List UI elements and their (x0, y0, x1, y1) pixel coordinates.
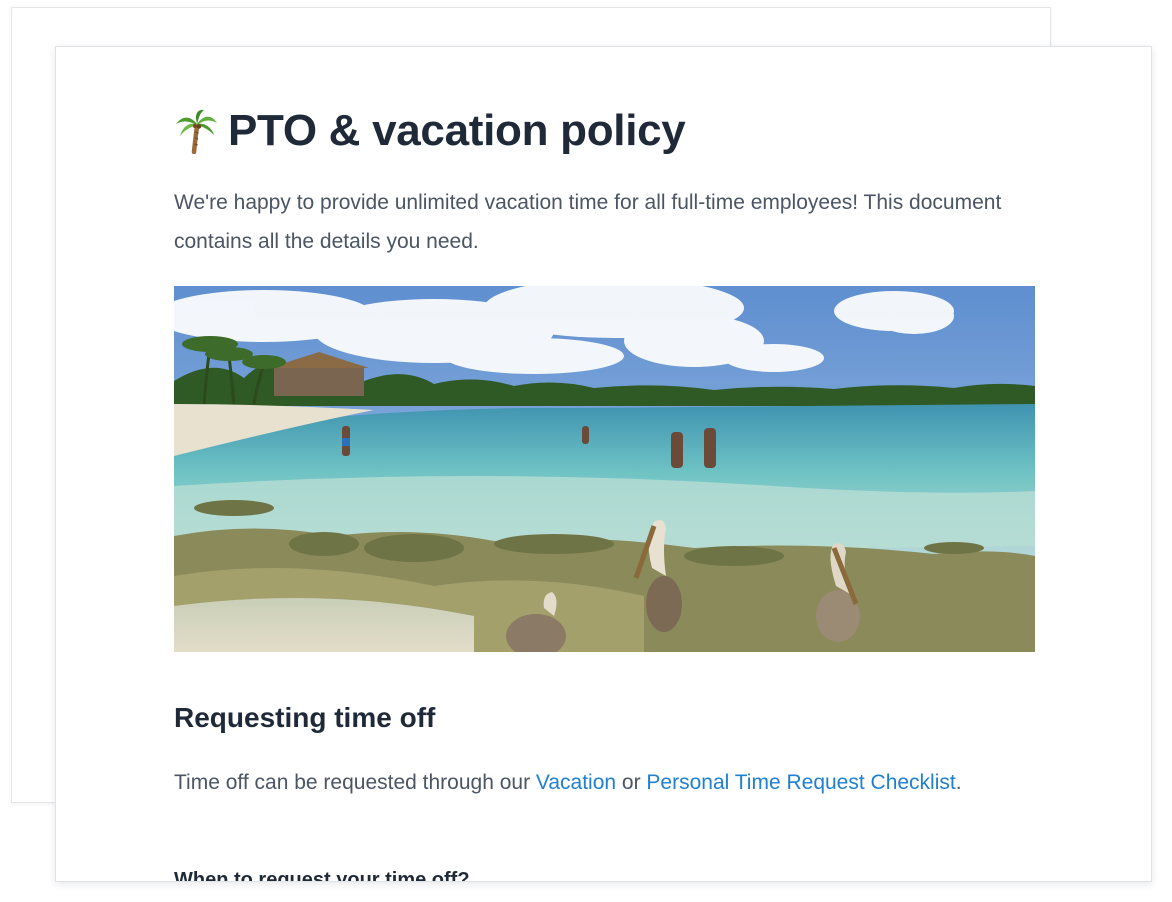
intro-paragraph: We're happy to provide unlimited vacatio… (174, 191, 1002, 253)
vacation-link[interactable]: Vacation (536, 771, 616, 794)
section-heading: Requesting time off (174, 702, 436, 733)
document-card: PTO & vacation policy We're happy to pro… (55, 46, 1152, 882)
palm-tree-icon (176, 109, 217, 154)
section-text-part: . (955, 771, 962, 794)
section-text-part: or (616, 771, 647, 794)
section-paragraph: Time off can be requested through our Va… (174, 763, 1036, 802)
page-stage: PTO & vacation policy We're happy to pro… (0, 0, 1172, 902)
hero-beach-image (174, 286, 1035, 652)
subsection-heading: When to request your time off? (174, 869, 470, 882)
section-text-part: Time off can be requested through our (174, 771, 536, 794)
page-title: PTO & vacation policy (228, 106, 686, 155)
title-row: PTO & vacation policy (174, 103, 686, 159)
personal-time-request-checklist-link[interactable]: Personal Time Request Checklist (646, 771, 955, 794)
